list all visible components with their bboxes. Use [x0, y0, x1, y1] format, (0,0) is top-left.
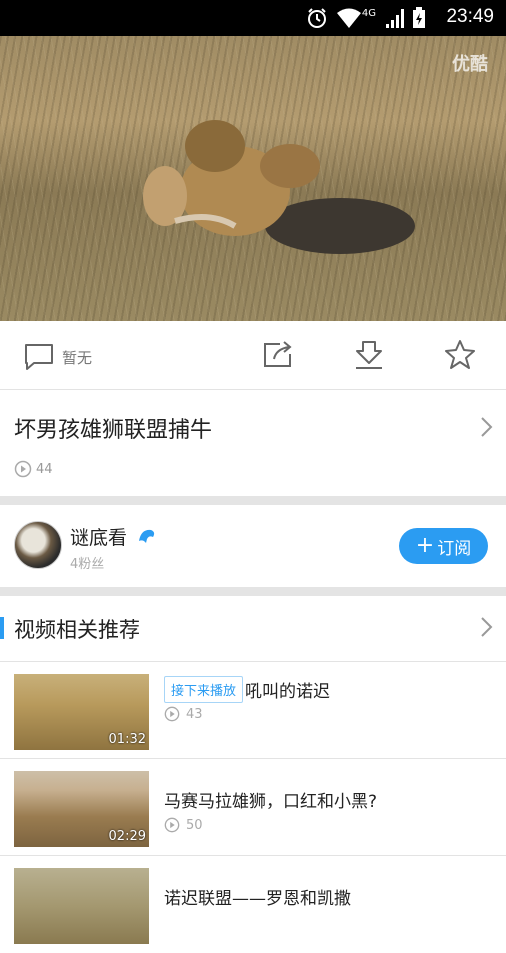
play-count-icon — [14, 460, 32, 478]
video-info[interactable]: 坏男孩雄狮联盟捕牛 44 — [0, 390, 506, 496]
chevron-right-icon[interactable] — [480, 616, 494, 638]
video-views: 43 — [164, 706, 203, 722]
item-title-text: 诺迟联盟——罗恩和凯撒 — [164, 889, 351, 909]
play-count-icon — [164, 817, 180, 833]
lions-scene — [143, 120, 415, 254]
list-item[interactable]: 01:32 接下来播放 吼叫的诺迟 43 — [0, 662, 506, 759]
channel-avatar[interactable] — [14, 521, 62, 569]
video-thumbnail[interactable]: 01:32 — [14, 674, 149, 750]
item-title-text: 吼叫的诺迟 — [245, 682, 331, 702]
comment-label: 暂无 — [62, 348, 93, 367]
video-views: 50 — [164, 817, 203, 833]
network-type: 4G — [361, 7, 376, 19]
recommend-title: 视频相关推荐 — [14, 618, 140, 642]
wifi-icon — [336, 8, 361, 28]
video-views: 44 — [14, 460, 53, 478]
share-icon[interactable] — [262, 339, 294, 369]
clock: 23:49 — [446, 6, 494, 27]
video-view-count: 44 — [36, 461, 53, 477]
video-duration: 01:32 — [108, 732, 146, 747]
video-thumbnail[interactable]: 02:29 — [14, 771, 149, 847]
verified-badge-icon — [139, 529, 155, 543]
recommend-header[interactable]: 视频相关推荐 — [0, 596, 506, 662]
plus-icon: + — [415, 533, 435, 558]
alarm-icon — [307, 8, 326, 28]
subscribe-label: 订阅 — [437, 538, 472, 559]
channel-fans: 4粉丝 — [70, 557, 105, 572]
video-title: 诺迟联盟——罗恩和凯撒 — [164, 884, 351, 909]
list-item[interactable]: 02:29 马赛马拉雄狮，口红和小黑? 50 — [0, 759, 506, 856]
video-title: 马赛马拉雄狮，口红和小黑? — [164, 787, 377, 812]
favorite-star-icon[interactable] — [444, 339, 476, 369]
item-title-text: 马赛马拉雄狮，口红和小黑? — [164, 792, 378, 812]
action-bar: 暂无 — [0, 321, 506, 390]
channel-name[interactable]: 谜底看 — [70, 523, 127, 550]
video-title: 坏男孩雄狮联盟捕牛 — [14, 418, 213, 443]
watermark-logo: 优酷 — [452, 54, 488, 74]
channel-row: 谜底看 4粉丝 + 订阅 — [0, 505, 506, 587]
section-divider — [0, 587, 506, 596]
signal-icon — [386, 9, 404, 28]
comment-button[interactable]: 暂无 — [24, 343, 92, 371]
item-view-count: 43 — [186, 706, 203, 722]
next-play-tag: 接下来播放 — [164, 676, 244, 703]
subscribe-button[interactable]: + 订阅 — [399, 528, 488, 564]
list-item[interactable]: 诺迟联盟——罗恩和凯撒 — [0, 856, 506, 953]
section-divider — [0, 496, 506, 505]
video-duration: 02:29 — [108, 829, 146, 844]
play-count-icon — [164, 706, 180, 722]
chevron-right-icon[interactable] — [480, 416, 494, 438]
video-title: 接下来播放 吼叫的诺迟 — [164, 676, 330, 703]
status-bar: 4G 23:49 — [0, 0, 506, 36]
download-icon[interactable] — [353, 339, 385, 371]
battery-icon — [413, 7, 425, 28]
section-accent-bar — [0, 617, 4, 639]
comment-icon — [25, 344, 53, 370]
status-icons: 4G — [306, 7, 426, 29]
video-player[interactable]: 优酷 — [0, 36, 506, 321]
video-thumbnail[interactable] — [14, 868, 149, 944]
item-view-count: 50 — [186, 817, 203, 833]
